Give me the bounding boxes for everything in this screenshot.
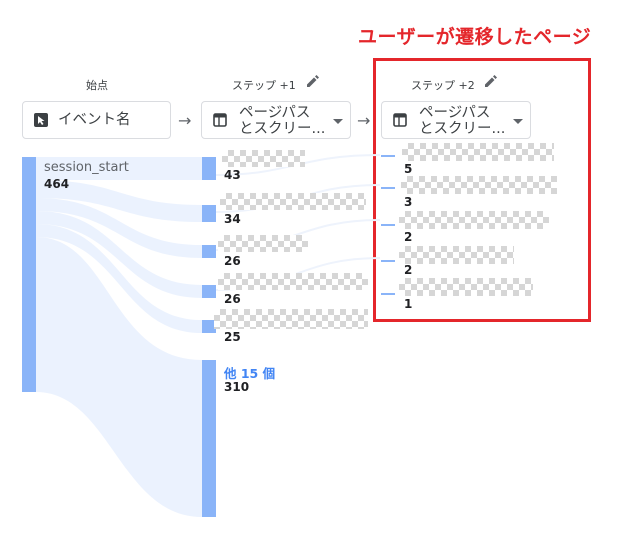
step2-node-bar[interactable] — [381, 260, 395, 262]
step1-node-bar[interactable] — [202, 205, 216, 222]
step2-node-value: 2 — [404, 263, 413, 277]
flow-ribbons — [36, 154, 381, 517]
redacted-page-label — [220, 193, 366, 210]
step2-node-value: 3 — [404, 195, 413, 209]
step2-node-value: 2 — [404, 230, 413, 244]
redacted-page-label — [222, 150, 305, 167]
redacted-page-label — [399, 211, 549, 229]
redacted-page-label — [218, 273, 368, 290]
step2-node-bar[interactable] — [381, 155, 395, 157]
step1-node-value: 43 — [224, 168, 241, 182]
step1-node-bar[interactable] — [202, 157, 216, 180]
step2-node-value: 5 — [404, 162, 413, 176]
step2-node-bar[interactable] — [381, 187, 395, 189]
redacted-page-label — [214, 309, 368, 329]
redacted-page-label — [218, 235, 308, 252]
step1-node-value: 34 — [224, 212, 241, 226]
step2-node-bar[interactable] — [381, 293, 395, 295]
redacted-page-label — [402, 143, 554, 161]
step1-node-value: 25 — [224, 330, 241, 344]
start-node-bar[interactable] — [22, 157, 36, 392]
step1-others-bar[interactable] — [202, 360, 216, 517]
redacted-page-label — [401, 176, 557, 194]
step2-node-bar[interactable] — [381, 224, 395, 226]
redacted-page-label — [399, 246, 514, 264]
redacted-page-label — [399, 278, 533, 296]
step1-node-value: 26 — [224, 254, 241, 268]
start-node-label: session_start — [44, 160, 129, 175]
start-node-value: 464 — [44, 177, 70, 191]
step1-node-bar[interactable] — [202, 285, 216, 298]
step1-node-bar[interactable] — [202, 245, 216, 258]
step1-others-value: 310 — [224, 380, 250, 394]
step1-node-value: 26 — [224, 292, 241, 306]
step2-node-value: 1 — [404, 297, 413, 311]
